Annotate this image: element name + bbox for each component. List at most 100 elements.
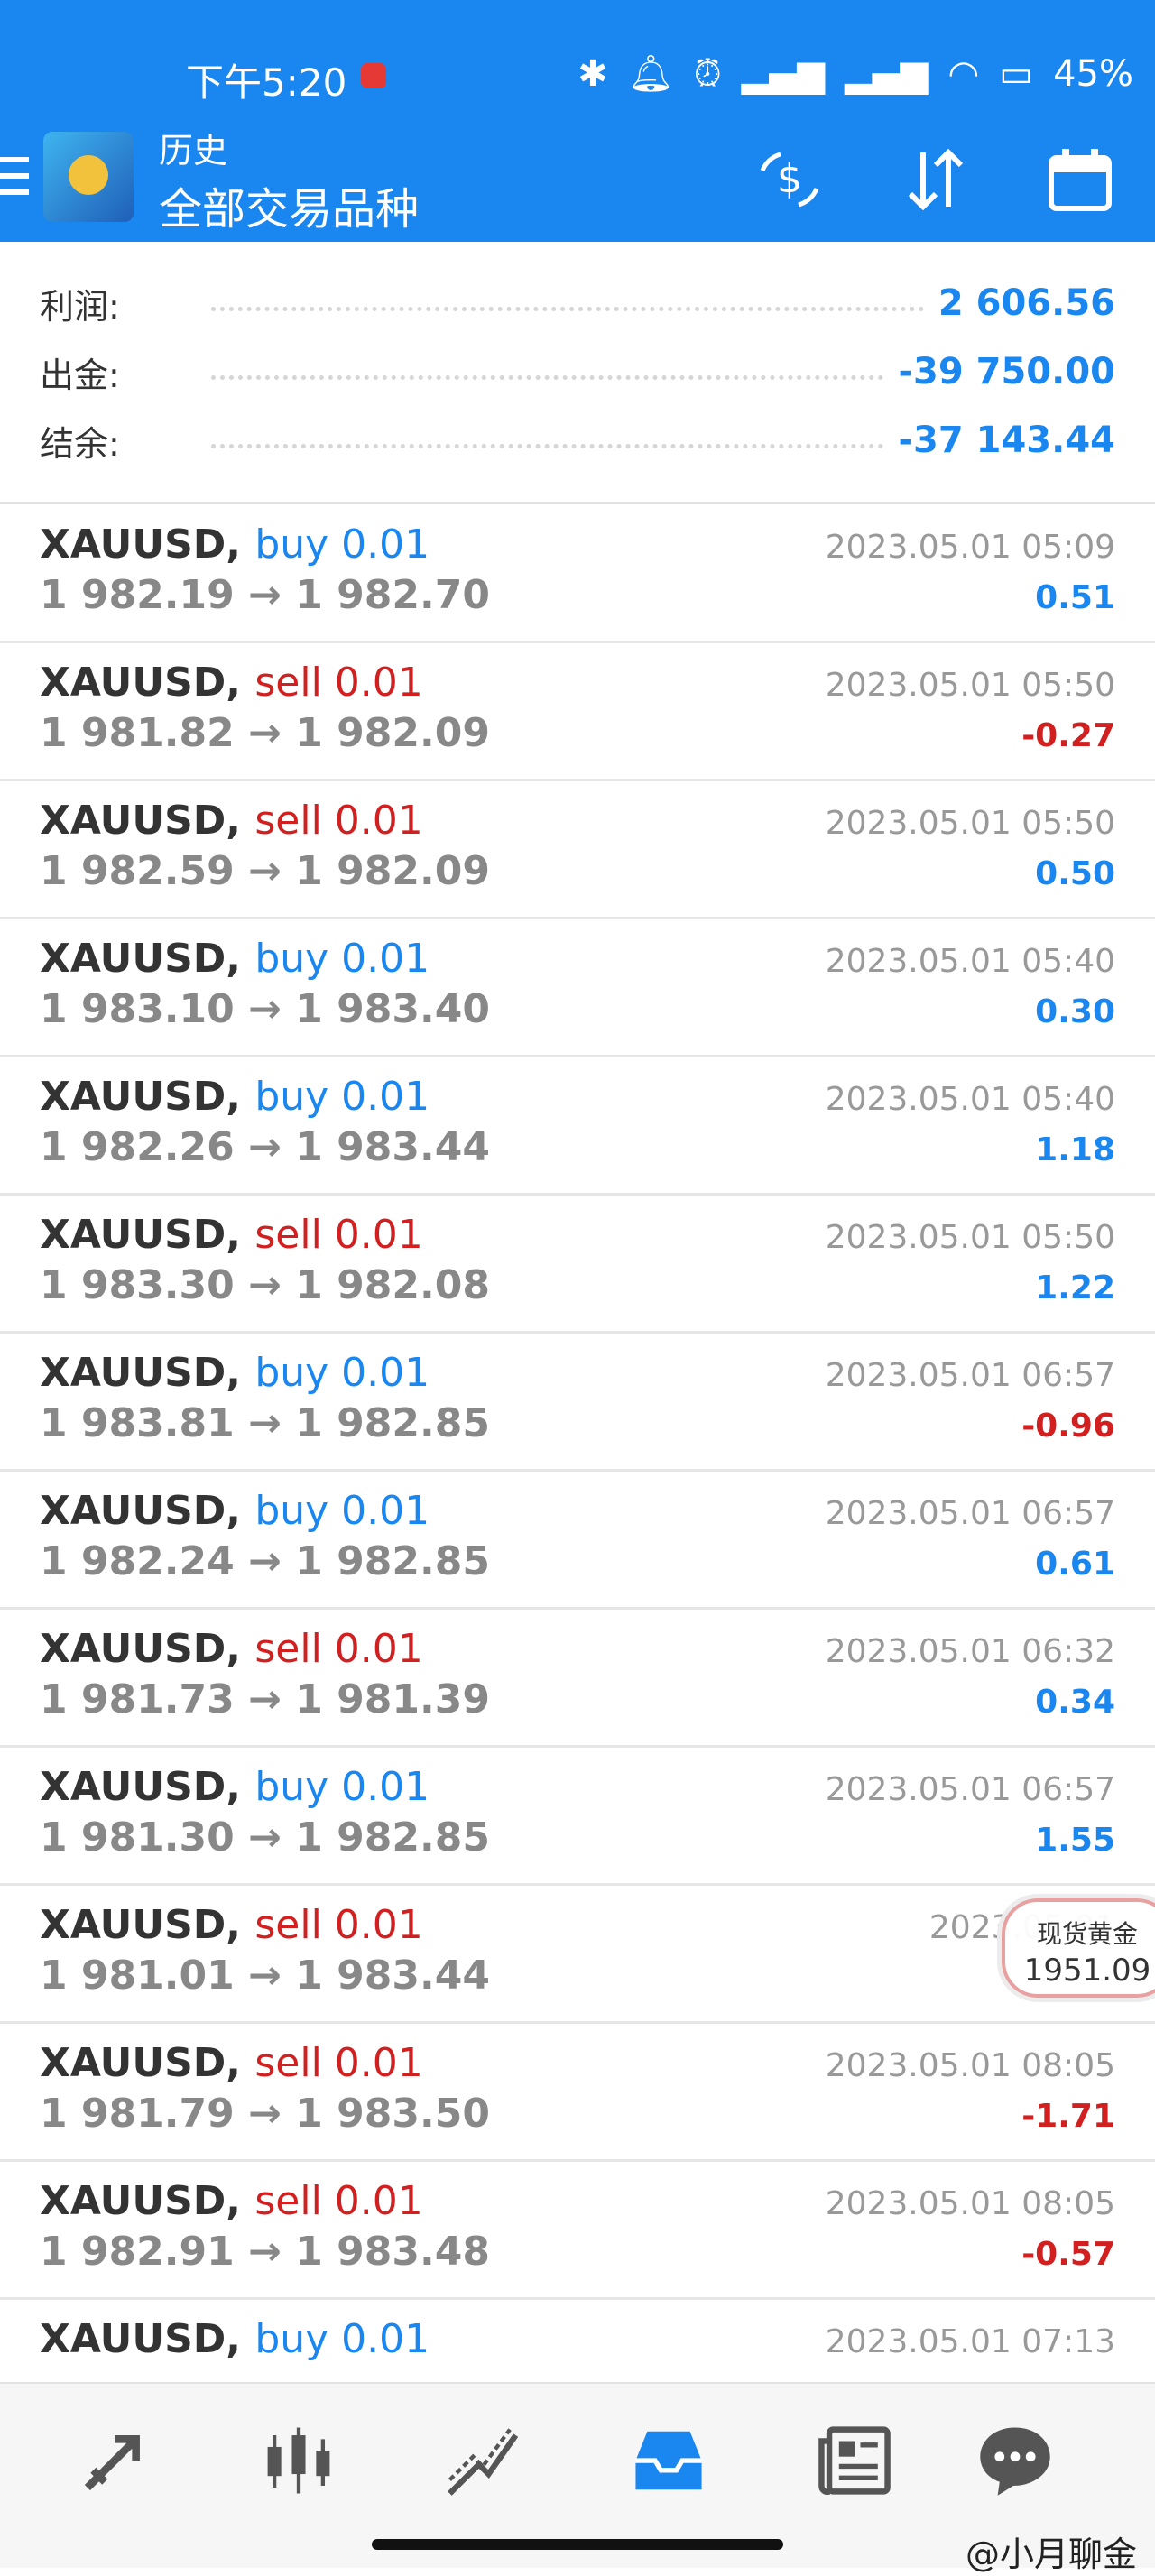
- trade-symbol-text: XAUUSD,: [40, 2178, 242, 2224]
- summary-label: 出金:: [40, 355, 120, 395]
- trade-symbol: XAUUSD, buy 0.01: [40, 522, 430, 568]
- trade-row[interactable]: XAUUSD, buy 0.01 1 983.81 → 1 982.85 2023.…: [0, 1332, 1155, 1472]
- trade-history-list[interactable]: XAUUSD, buy 0.01 1 982.19 → 1 982.70 2023.…: [0, 503, 1155, 2380]
- trade-prices: 1 981.30 → 1 982.85: [40, 1814, 490, 1860]
- summary-label: 结余:: [40, 423, 120, 464]
- trade-time: 2023.05.01 05:09: [825, 529, 1115, 566]
- float-badge-label: 现货黄金: [1036, 1919, 1138, 1949]
- currency-filter-button[interactable]: $: [749, 139, 830, 220]
- trade-row[interactable]: XAUUSD, buy 0.01 1 982.19 → 1 982.70 2023.…: [0, 503, 1155, 643]
- trade-prices: 1 983.10 → 1 983.40: [40, 986, 490, 1032]
- summary-value: 2 606.56: [938, 282, 1115, 324]
- bell-icon: 🔔︎: [627, 53, 674, 95]
- trade-profit: -0.96: [1021, 1408, 1115, 1445]
- nav-news[interactable]: [805, 2411, 904, 2510]
- trade-type: buy 0.01: [254, 1350, 430, 1396]
- trade-time: 2023.05.01 06:57: [825, 1495, 1115, 1532]
- trade-time: 2023.05.01 08:05: [825, 2047, 1115, 2084]
- trade-row[interactable]: XAUUSD, buy 0.01 1 981.30 → 1 982.85 2023.…: [0, 1746, 1155, 1886]
- floating-price-badge[interactable]: 现货黄金 1951.09: [1002, 1898, 1155, 1998]
- trade-symbol-text: XAUUSD,: [40, 1488, 242, 1534]
- nav-messages[interactable]: [966, 2411, 1065, 2510]
- trade-row[interactable]: XAUUSD, buy 0.01 1 983.10 → 1 983.40 2023.…: [0, 918, 1155, 1057]
- sort-button[interactable]: [895, 139, 976, 220]
- trade-type: buy 0.01: [254, 936, 430, 982]
- trade-type: sell 0.01: [254, 1626, 423, 1672]
- trade-type: sell 0.01: [254, 2040, 423, 2086]
- battery-percent: 45%: [1053, 52, 1133, 95]
- calendar-icon: [1049, 149, 1112, 211]
- trade-time: 2023.05.01 06:32: [825, 1633, 1115, 1670]
- nav-trade[interactable]: [65, 2411, 164, 2510]
- trade-profit: -1.71: [1021, 2098, 1115, 2135]
- trade-icon: [84, 2435, 140, 2491]
- alarm-icon: ⏰︎: [693, 52, 722, 95]
- trade-symbol: XAUUSD, sell 0.01: [40, 798, 423, 844]
- trade-row[interactable]: XAUUSD, sell 0.01 1 982.91 → 1 983.48 2023…: [0, 2160, 1155, 2300]
- trade-type: sell 0.01: [254, 798, 423, 844]
- battery-icon: ▭: [999, 52, 1034, 95]
- trade-type: sell 0.01: [254, 1902, 423, 1948]
- trade-type: buy 0.01: [254, 1764, 430, 1810]
- page-title[interactable]: 全部交易品种: [159, 173, 419, 236]
- trade-row[interactable]: XAUUSD, sell 0.01 1 981.73 → 1 981.39 2023…: [0, 1608, 1155, 1748]
- trade-time: 2023.05.01 05:50: [825, 667, 1115, 704]
- trade-symbol-text: XAUUSD,: [40, 522, 242, 568]
- sort-arrows-icon: [908, 148, 964, 211]
- top-app-bar: 下午5:20 ✱ 🔔︎ ⏰︎ ▂▄▆ ▂▄▆ ◠ ▭ 45% 历史 全部交易品种…: [0, 0, 1155, 242]
- trade-profit: -0.57: [1021, 2236, 1115, 2273]
- trade-time: 2023.05.01 05:40: [825, 1081, 1115, 1118]
- dotted-leader: [211, 443, 884, 448]
- summary-value: -37 143.44: [898, 420, 1115, 461]
- trade-symbol: XAUUSD, sell 0.01: [40, 1902, 423, 1948]
- signal-icon-2: ▂▄▆: [845, 52, 929, 95]
- trade-row[interactable]: XAUUSD, sell 0.011 981.01 → 1 983.442023…: [0, 1884, 1155, 2024]
- page-subtitle: 历史: [159, 131, 228, 171]
- trade-prices: 1 982.59 → 1 982.09: [40, 848, 490, 894]
- trade-prices: 1 983.30 → 1 982.08: [40, 1262, 490, 1308]
- dotted-leader: [211, 374, 884, 380]
- trade-time: 2023.05.01 08:05: [825, 2185, 1115, 2222]
- trade-profit: 0.30: [1035, 993, 1115, 1030]
- trade-type: buy 0.01: [254, 1074, 430, 1120]
- calendar-button[interactable]: [1040, 139, 1121, 220]
- status-icons: ✱ 🔔︎ ⏰︎ ▂▄▆ ▂▄▆ ◠ ▭ 45%: [578, 52, 1133, 96]
- chart-icon: [448, 2428, 519, 2496]
- nav-chart[interactable]: [433, 2411, 532, 2510]
- news-icon: [818, 2426, 891, 2495]
- menu-icon[interactable]: [0, 157, 29, 197]
- dollar-exchange-icon: $: [760, 152, 819, 208]
- trade-type: sell 0.01: [254, 660, 423, 706]
- nav-quotes[interactable]: [249, 2411, 348, 2510]
- trade-row[interactable]: XAUUSD, buy 0.01 2023.05.01 07:13: [0, 2298, 1155, 2380]
- trade-profit: 1.18: [1035, 1131, 1115, 1168]
- trade-time: 2023.05.01 05:50: [825, 1219, 1115, 1256]
- float-badge-value: 1951.09: [1023, 1953, 1151, 1989]
- bluetooth-icon: ✱: [578, 52, 608, 95]
- trade-prices: 1 981.01 → 1 983.44: [40, 1953, 490, 1999]
- trade-profit: -0.27: [1021, 717, 1115, 754]
- trade-symbol: XAUUSD, sell 0.01: [40, 2040, 423, 2086]
- history-summary: 利润: 2 606.56 出金: -39 750.00 结余: -37 143.…: [0, 244, 1155, 504]
- summary-value: -39 750.00: [898, 351, 1115, 392]
- trade-row[interactable]: XAUUSD, buy 0.01 1 982.24 → 1 982.85 2023.…: [0, 1470, 1155, 1610]
- trade-prices: 1 981.79 → 1 983.50: [40, 2091, 490, 2137]
- trade-prices: 1 981.73 → 1 981.39: [40, 1676, 490, 1722]
- trade-row[interactable]: XAUUSD, sell 0.01 1 981.79 → 1 983.50 2023…: [0, 2022, 1155, 2162]
- trade-profit: 1.22: [1035, 1270, 1115, 1306]
- status-time: 下午5:20: [186, 60, 347, 105]
- trade-profit: 1.55: [1035, 1822, 1115, 1859]
- trade-row[interactable]: XAUUSD, sell 0.01 1 982.59 → 1 982.09 2023…: [0, 780, 1155, 919]
- trade-row[interactable]: XAUUSD, sell 0.01 1 983.30 → 1 982.08 2023…: [0, 1194, 1155, 1334]
- trade-type: sell 0.01: [254, 2178, 423, 2224]
- trade-symbol-text: XAUUSD,: [40, 660, 242, 706]
- trade-prices: 1 982.19 → 1 982.70: [40, 572, 490, 618]
- home-indicator[interactable]: [372, 2539, 783, 2550]
- trade-prices: 1 981.82 → 1 982.09: [40, 710, 490, 756]
- trade-row[interactable]: XAUUSD, buy 0.01 1 982.26 → 1 983.44 2023.…: [0, 1056, 1155, 1196]
- notification-app-icon: [361, 63, 386, 88]
- trade-symbol: XAUUSD, buy 0.01: [40, 1764, 430, 1810]
- trade-row[interactable]: XAUUSD, sell 0.01 1 981.82 → 1 982.09 2023…: [0, 642, 1155, 781]
- nav-history[interactable]: [619, 2411, 718, 2510]
- trade-symbol-text: XAUUSD,: [40, 1626, 242, 1672]
